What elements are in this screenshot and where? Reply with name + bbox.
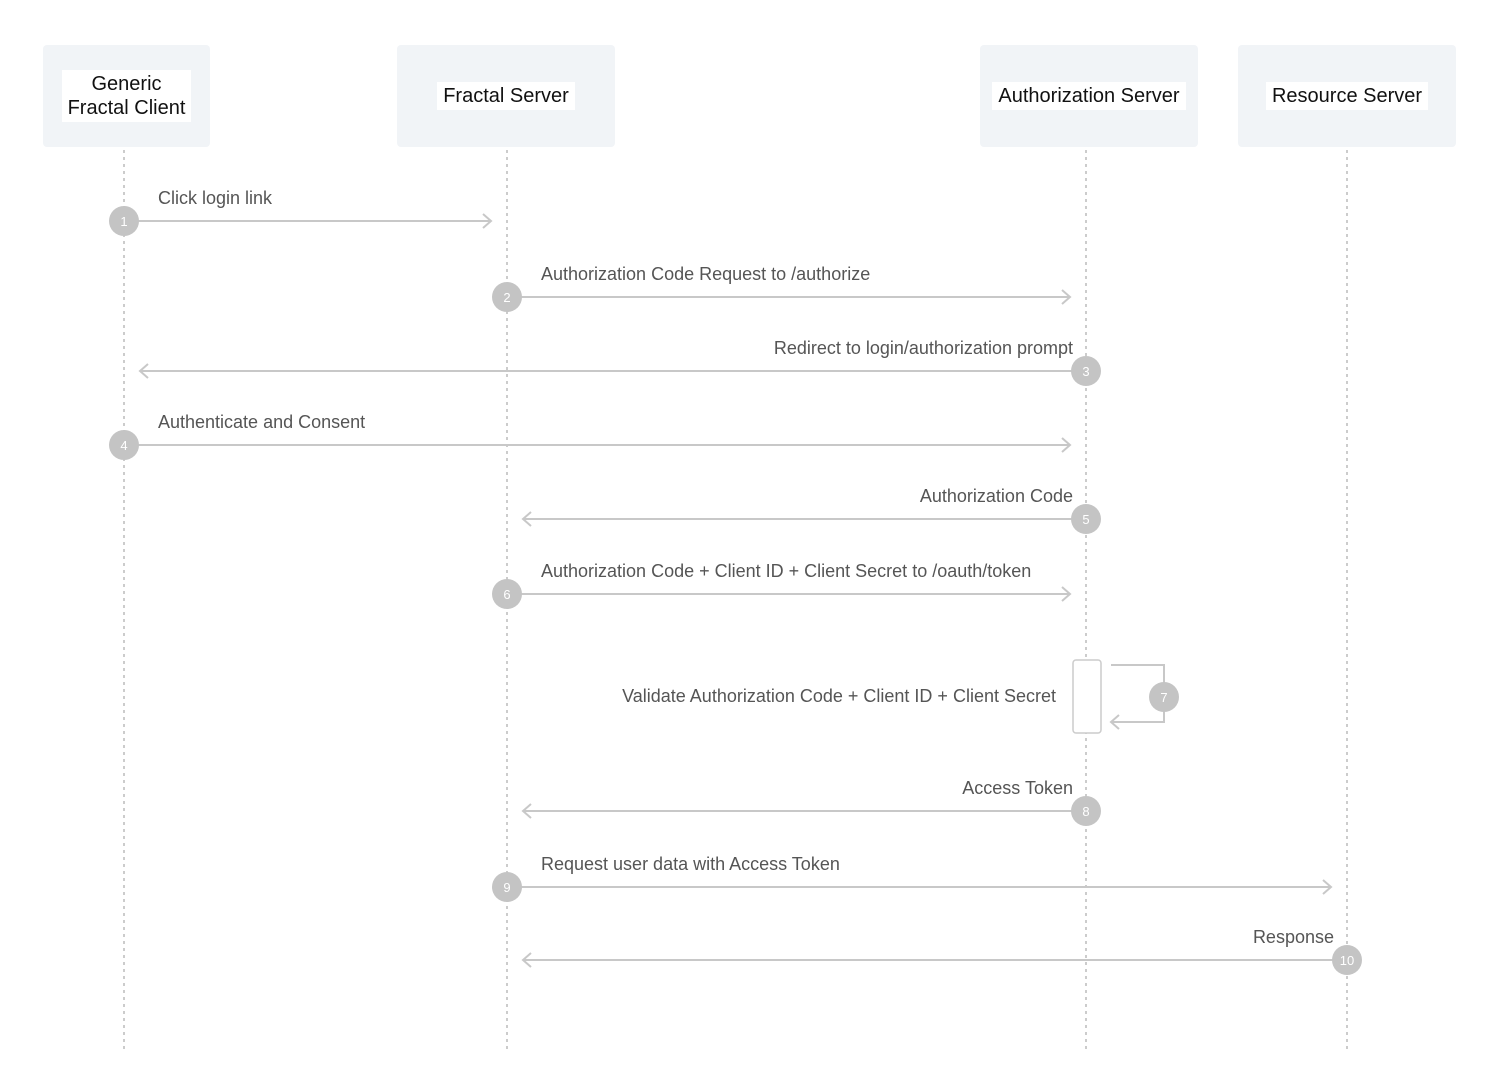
- step-number: 4: [120, 438, 127, 453]
- message-label: Request user data with Access Token: [541, 854, 840, 874]
- step-number: 1: [120, 214, 127, 229]
- step-number: 5: [1082, 512, 1089, 527]
- message-label: Authorization Code: [919, 486, 1073, 506]
- step-number: 10: [1340, 953, 1354, 968]
- message-label: Validate Authorization Code + Client ID …: [622, 686, 1056, 706]
- step-number: 2: [503, 290, 510, 305]
- message-label: Click login link: [158, 188, 273, 208]
- message-label: Authenticate and Consent: [158, 412, 366, 432]
- message-label: Access Token: [962, 778, 1073, 798]
- message-label: Authorization Code Request to /authorize: [541, 264, 871, 284]
- step-number: 6: [503, 587, 510, 602]
- step-number: 8: [1082, 804, 1089, 819]
- step-number: 9: [503, 880, 510, 895]
- activation-box: [1072, 659, 1102, 734]
- step-number: 7: [1160, 690, 1167, 705]
- step-number: 3: [1082, 364, 1089, 379]
- message-label: Authorization Code + Client ID + Client …: [541, 561, 1032, 581]
- message-label: Redirect to login/authorization prompt: [773, 338, 1073, 358]
- sequence-diagram: 1 2 3 4 5 6 7 8 9 10: [109, 150, 1362, 1052]
- message-label: Response: [1252, 927, 1334, 947]
